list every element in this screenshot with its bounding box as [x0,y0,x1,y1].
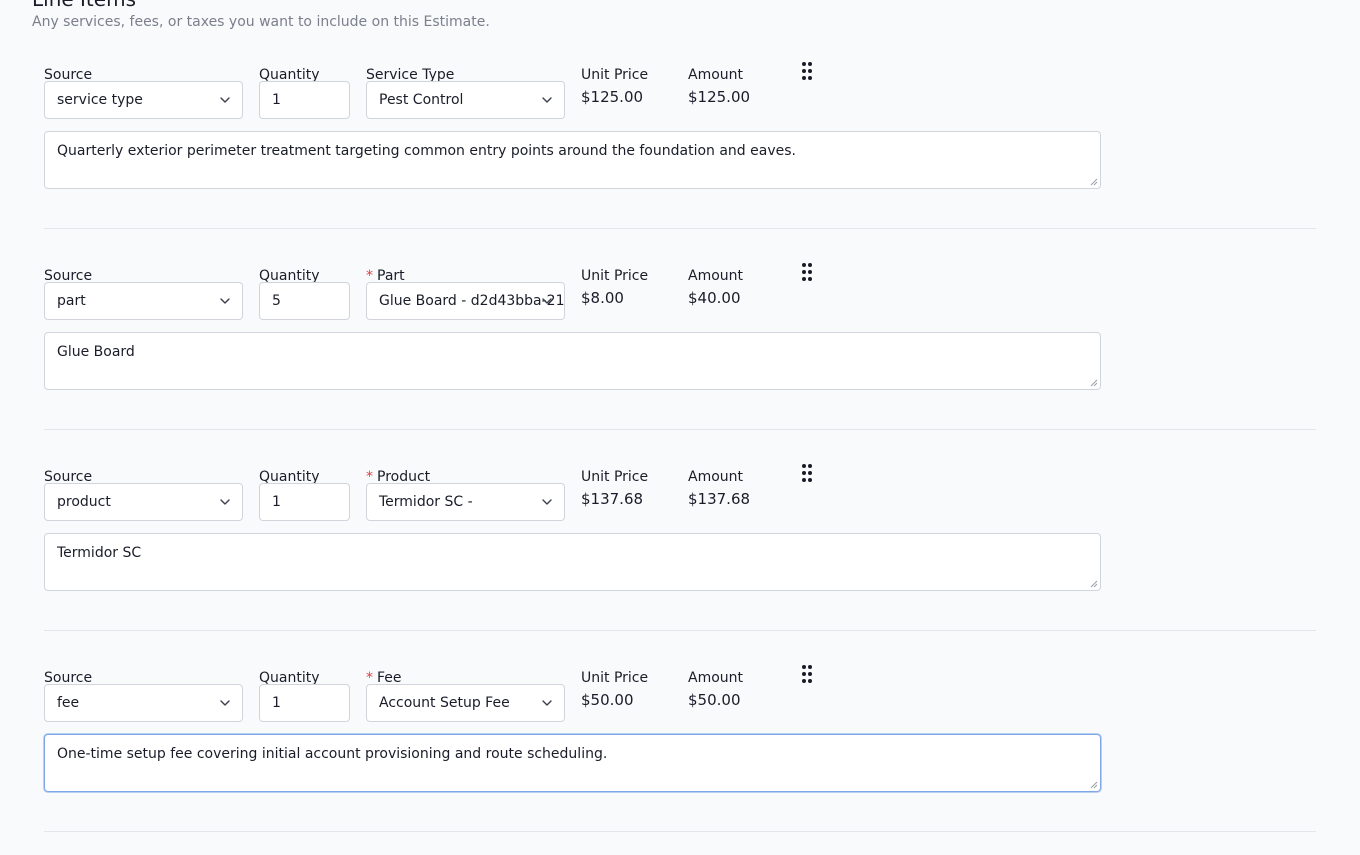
divider [44,228,1316,229]
amount-label: Amount [688,268,744,284]
source-select[interactable]: product [44,483,243,521]
chevron-down-icon [220,97,230,103]
resize-grip-icon[interactable] [1090,580,1098,588]
drag-handle-icon[interactable] [801,664,813,684]
description-text: One-time setup fee covering initial acco… [57,746,608,762]
description-textarea[interactable]: Quarterly exterior perimeter treatment t… [44,131,1101,189]
section-subtitle: Any services, fees, or taxes you want to… [32,14,490,30]
chevron-down-icon [542,499,552,505]
amount-value: $50.00 [688,691,741,709]
unit-price-label: Unit Price [581,268,649,284]
description-textarea[interactable]: One-time setup fee covering initial acco… [44,734,1101,792]
resize-grip-icon[interactable] [1090,178,1098,186]
unit-price-value: $125.00 [581,88,644,106]
description-text: Quarterly exterior perimeter treatment t… [57,143,796,159]
drag-handle-icon[interactable] [801,262,813,282]
amount-value: $40.00 [688,289,741,307]
type-select[interactable]: Glue Board - d2d43bba-21 [366,282,565,320]
resize-grip-icon[interactable] [1090,781,1098,789]
divider [44,429,1316,430]
type-value: Termidor SC - [379,494,473,510]
type-value: Glue Board - d2d43bba-21 [379,293,565,309]
quantity-input[interactable]: 5 [259,282,350,320]
section-title: Line Items [32,0,136,10]
description-textarea[interactable]: Glue Board [44,332,1101,390]
unit-price-label: Unit Price [581,469,649,485]
divider [44,831,1316,832]
chevron-down-icon [220,499,230,505]
source-select[interactable]: fee [44,684,243,722]
chevron-down-icon [220,700,230,706]
drag-handle-icon[interactable] [801,61,813,81]
unit-price-value: $8.00 [581,289,624,307]
chevron-down-icon [542,298,552,304]
quantity-input[interactable]: 1 [259,81,350,119]
description-text: Glue Board [57,344,135,360]
amount-label: Amount [688,670,744,686]
chevron-down-icon [542,700,552,706]
chevron-down-icon [220,298,230,304]
amount-label: Amount [688,469,744,485]
quantity-input[interactable]: 1 [259,483,350,521]
description-text: Termidor SC [57,545,142,561]
quantity-input[interactable]: 1 [259,684,350,722]
resize-grip-icon[interactable] [1090,379,1098,387]
source-value: service type [57,92,143,108]
type-select[interactable]: Pest Control [366,81,565,119]
source-value: part [57,293,86,309]
source-value: fee [57,695,80,711]
unit-price-value: $137.68 [581,490,644,508]
amount-value: $137.68 [688,490,751,508]
type-select[interactable]: Account Setup Fee [366,684,565,722]
unit-price-label: Unit Price [581,670,649,686]
source-select[interactable]: part [44,282,243,320]
amount-value: $125.00 [688,88,751,106]
type-value: Account Setup Fee [379,695,510,711]
unit-price-value: $50.00 [581,691,634,709]
source-value: product [57,494,111,510]
unit-price-label: Unit Price [581,67,649,83]
source-select[interactable]: service type [44,81,243,119]
line-items-header: Line Items [32,0,136,10]
type-value: Pest Control [379,92,464,108]
chevron-down-icon [542,97,552,103]
description-textarea[interactable]: Termidor SC [44,533,1101,591]
drag-handle-icon[interactable] [801,463,813,483]
divider [44,630,1316,631]
amount-label: Amount [688,67,744,83]
type-select[interactable]: Termidor SC - [366,483,565,521]
